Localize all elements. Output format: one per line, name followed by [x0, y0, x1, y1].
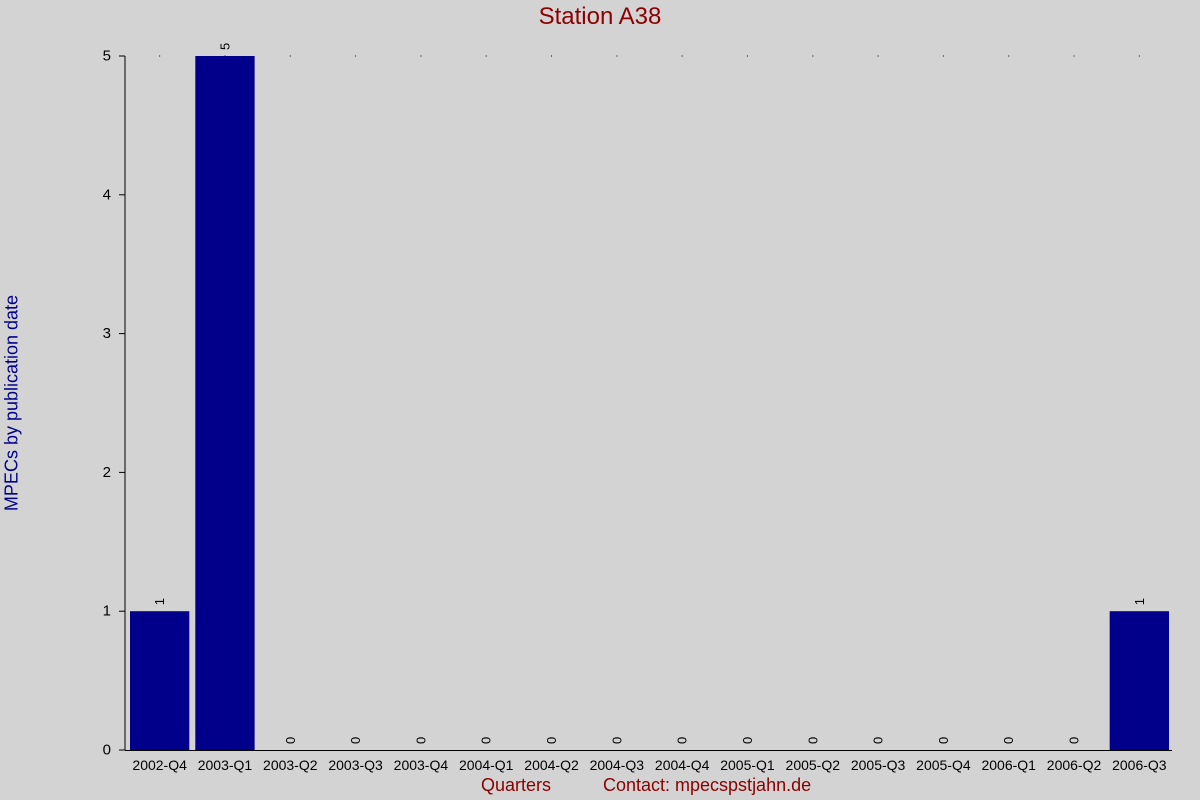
- x-tick-label: 2002-Q4: [132, 757, 187, 773]
- x-tick-label: 2005-Q2: [786, 757, 841, 773]
- y-tick-label: 3: [103, 325, 111, 342]
- y-tick-label: 2: [103, 464, 111, 481]
- x-tick-label: 2003-Q2: [263, 757, 318, 773]
- x-tick-label: 2005-Q1: [720, 757, 775, 773]
- data-label: 0: [609, 737, 624, 744]
- x-tick-label: 2005-Q3: [851, 757, 906, 773]
- data-label: 0: [675, 737, 690, 744]
- data-label: 5: [217, 43, 232, 50]
- data-label: 1: [1132, 598, 1147, 605]
- top-dot-mark: [1008, 55, 1010, 57]
- x-tick-label: 2004-Q3: [590, 757, 645, 773]
- top-dot-mark: [551, 55, 553, 57]
- top-dot-mark: [485, 55, 487, 57]
- y-tick-label: 0: [103, 742, 111, 759]
- x-tick-label: 2006-Q2: [1047, 757, 1102, 773]
- data-label: 0: [805, 737, 820, 744]
- top-dot-mark: [942, 55, 944, 57]
- top-dot-mark: [1138, 55, 1140, 57]
- chart: Station A38 MPECs by publication date Qu…: [0, 0, 1200, 800]
- top-dot-mark: [877, 55, 879, 57]
- data-label: 0: [936, 737, 951, 744]
- y-tick-label: 4: [103, 186, 111, 203]
- data-label: 0: [544, 737, 559, 744]
- data-label: 0: [348, 737, 363, 744]
- y-tick-label: 1: [103, 603, 111, 620]
- top-dot-mark: [746, 55, 748, 57]
- top-dot-mark: [289, 55, 291, 57]
- x-tick-label: 2005-Q4: [916, 757, 971, 773]
- data-label: 0: [1001, 737, 1016, 744]
- x-tick-label: 2004-Q1: [459, 757, 514, 773]
- bar: [1109, 611, 1169, 750]
- x-tick-label: 2006-Q3: [1112, 757, 1167, 773]
- data-label: 0: [283, 737, 298, 744]
- data-label: 1: [152, 598, 167, 605]
- x-tick-label: 2003-Q4: [394, 757, 449, 773]
- x-tick-label: 2003-Q3: [328, 757, 383, 773]
- x-tick-label: 2003-Q1: [198, 757, 253, 773]
- data-label: 0: [413, 737, 428, 744]
- x-tick-label: 2004-Q2: [524, 757, 579, 773]
- top-dot-mark: [681, 55, 683, 57]
- top-dot-mark: [355, 55, 357, 57]
- plot-area: 1 5 0 0 0 0 0 0 0 0 0 0 0 0 0 1 0 1 2 3 4 5 2002-Q4 2003-Q1 2003…: [103, 43, 1172, 773]
- bar: [195, 56, 255, 750]
- y-tick-label: 5: [103, 48, 111, 65]
- x-tick-label: 2004-Q4: [655, 757, 710, 773]
- top-dot-mark: [616, 55, 618, 57]
- top-dot-mark: [812, 55, 814, 57]
- bar: [130, 611, 190, 750]
- data-label: 0: [871, 737, 886, 744]
- top-dot-mark: [159, 55, 161, 57]
- top-dot-mark: [420, 55, 422, 57]
- data-label: 0: [740, 737, 755, 744]
- x-tick-label: 2006-Q1: [981, 757, 1036, 773]
- data-label: 0: [479, 737, 494, 744]
- data-label: 0: [1067, 737, 1082, 744]
- top-dot-mark: [1073, 55, 1075, 57]
